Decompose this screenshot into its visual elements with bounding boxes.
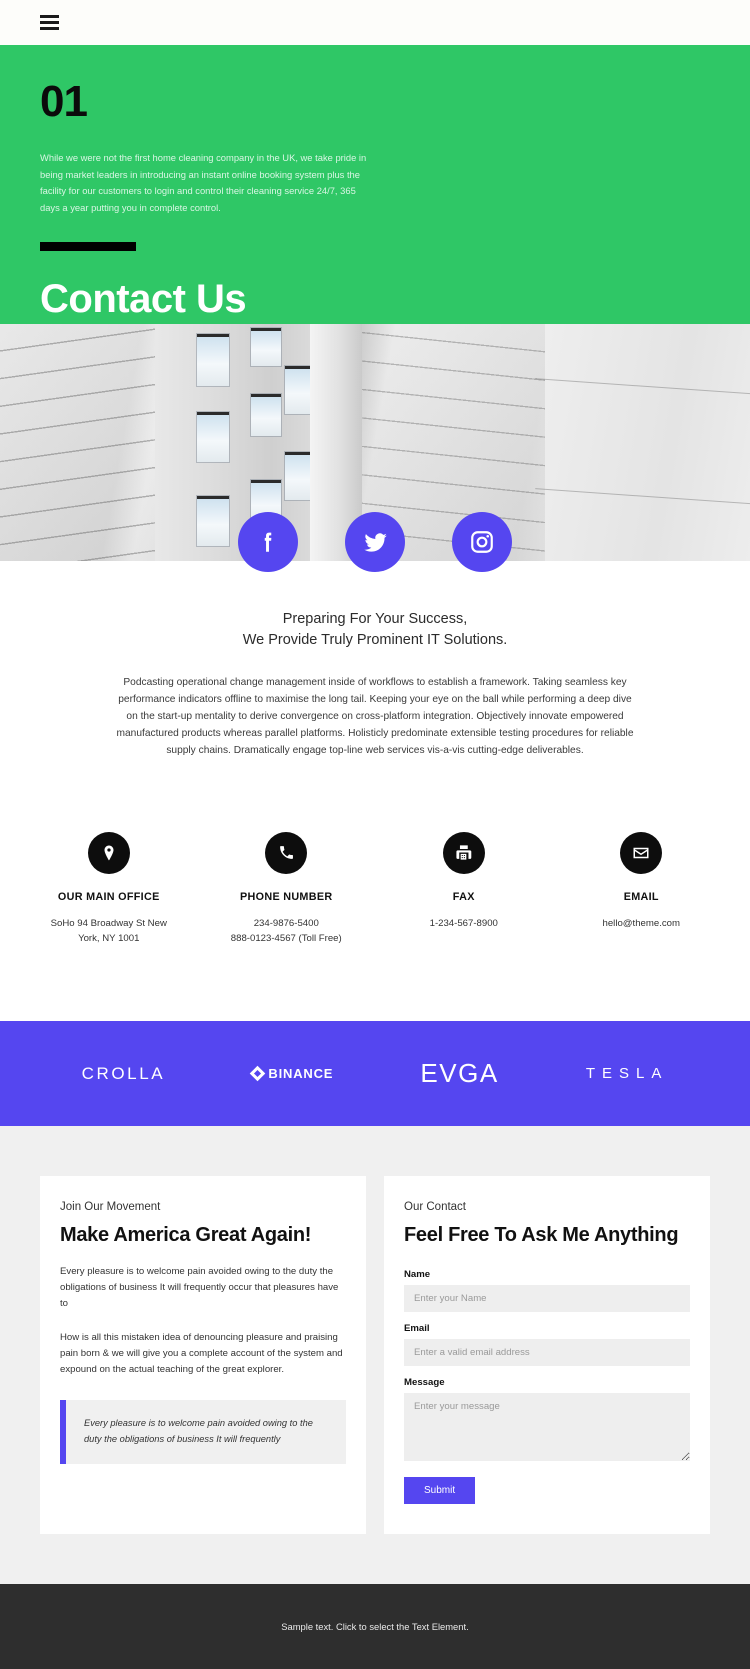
contact-line: 234-9876-5400 (253, 917, 319, 929)
contact-details: 234-9876-5400 888-0123-4567 (Toll Free) (198, 916, 376, 948)
contact-info-section: OUR MAIN OFFICE SoHo 94 Broadway St New … (0, 759, 750, 1022)
binance-diamond-icon (250, 1065, 266, 1082)
brand-logos-band: CROLLA BINANCE EVGA TESLA (0, 1021, 750, 1127)
hero-divider (40, 241, 136, 251)
contact-details: SoHo 94 Broadway St New York, NY 1001 (20, 916, 198, 948)
message-field-label: Message (404, 1377, 445, 1389)
site-footer: Sample text. Click to select the Text El… (0, 1584, 750, 1669)
instagram-icon[interactable] (452, 512, 512, 572)
map-pin-icon (87, 831, 130, 874)
contact-details: 1-234-567-8900 (375, 916, 553, 932)
email-input[interactable] (404, 1339, 690, 1367)
message-textarea[interactable] (404, 1393, 690, 1462)
card-quote: Every pleasure is to welcome pain avoide… (60, 1399, 346, 1464)
brand-logo-binance[interactable]: BINANCE (250, 1065, 334, 1082)
intro-section: Preparing For Your Success, We Provide T… (0, 561, 750, 760)
intro-heading-line1: Preparing For Your Success, (282, 611, 468, 627)
photo-window (197, 412, 229, 462)
contact-title: FAX (452, 890, 475, 903)
brand-label: CROLLA (81, 1063, 166, 1083)
contact-title: OUR MAIN OFFICE (57, 890, 160, 903)
intro-heading: Preparing For Your Success, We Provide T… (0, 609, 750, 652)
hero-number: 01 (40, 77, 88, 126)
card-paragraph-2: How is all this mistaken idea of denounc… (60, 1331, 343, 1375)
contact-block-email: EMAIL hello@theme.com (553, 831, 731, 948)
movement-card: Join Our Movement Make America Great Aga… (40, 1176, 366, 1535)
cards-section: Join Our Movement Make America Great Aga… (0, 1126, 750, 1585)
brand-logo-evga[interactable]: EVGA (420, 1058, 498, 1089)
card-title: Feel Free To Ask Me Anything (404, 1224, 679, 1247)
photo-window (251, 394, 281, 436)
photo-window (251, 328, 281, 366)
site-header (0, 0, 750, 45)
card-title: Make America Great Again! (60, 1224, 312, 1247)
photo-window (285, 366, 313, 414)
hamburger-bar (40, 15, 59, 18)
hero-paragraph: While we were not the first home cleanin… (40, 152, 367, 214)
hamburger-bar (40, 27, 59, 30)
twitter-icon[interactable] (345, 512, 405, 572)
name-input[interactable] (404, 1285, 690, 1313)
envelope-icon (620, 831, 663, 874)
brand-label: BINANCE (268, 1066, 334, 1082)
footer-text[interactable]: Sample text. Click to select the Text El… (281, 1621, 468, 1632)
card-paragraph-1: Every pleasure is to welcome pain avoide… (60, 1266, 339, 1310)
hamburger-bar (40, 21, 59, 24)
name-field-label: Name (404, 1269, 431, 1281)
hero-section: 01 While we were not the first home clea… (0, 45, 750, 324)
contact-block-fax: FAX 1-234-567-8900 (375, 831, 553, 948)
facebook-icon[interactable] (238, 512, 298, 572)
contact-line: SoHo 94 Broadway St New (50, 917, 167, 929)
social-links (0, 512, 750, 572)
submit-button[interactable]: Submit (404, 1477, 476, 1505)
contact-form: Name Email Message Submit (404, 1269, 690, 1505)
brand-label: TESLA (585, 1065, 669, 1083)
intro-heading-line2: We Provide Truly Prominent IT Solutions. (242, 632, 508, 649)
page-title: Contact Us (40, 276, 247, 321)
hamburger-menu-icon[interactable] (40, 15, 59, 30)
contact-line: 1-234-567-8900 (429, 917, 498, 929)
contact-title: PHONE NUMBER (240, 890, 333, 903)
contact-line: hello@theme.com (602, 917, 680, 929)
contact-line: York, NY 1001 (78, 933, 140, 945)
card-eyebrow: Join Our Movement (60, 1201, 161, 1214)
contact-line: 888-0123-4567 (Toll Free) (230, 933, 342, 945)
phone-icon (265, 831, 308, 874)
contact-form-card: Our Contact Feel Free To Ask Me Anything… (384, 1176, 710, 1535)
contact-block-phone: PHONE NUMBER 234-9876-5400 888-0123-4567… (198, 831, 376, 948)
brand-logo-tesla[interactable]: TESLA (586, 1065, 669, 1082)
fax-icon (442, 831, 485, 874)
brand-logo-crolla[interactable]: CROLLA (82, 1064, 166, 1084)
contact-details: hello@theme.com (553, 916, 731, 932)
contact-block-office: OUR MAIN OFFICE SoHo 94 Broadway St New … (20, 831, 198, 948)
photo-window (285, 452, 313, 500)
card-eyebrow: Our Contact (404, 1201, 466, 1214)
email-field-label: Email (404, 1323, 430, 1335)
brand-label: EVGA (420, 1058, 499, 1089)
intro-body: Podcasting operational change management… (116, 676, 634, 757)
contact-title: EMAIL (623, 890, 659, 903)
photo-window (197, 334, 229, 386)
